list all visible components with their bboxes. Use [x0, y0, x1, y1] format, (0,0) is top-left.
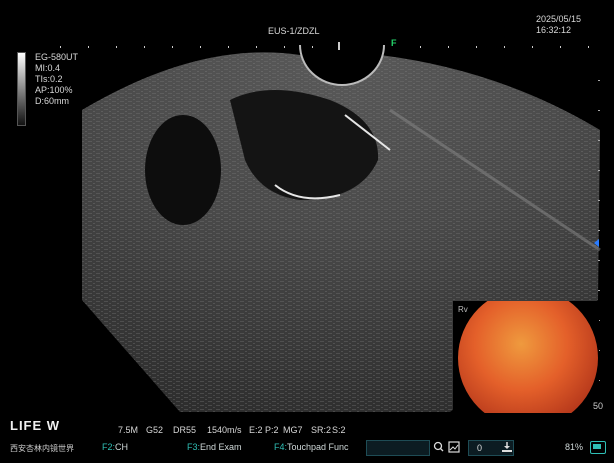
- grayscale-bar: [17, 52, 26, 126]
- f2-key-label: CH: [115, 442, 129, 452]
- depth-value: D:60mm: [35, 96, 70, 106]
- mg-value: MG7: [283, 425, 303, 435]
- tis-value: TIs:0.2: [35, 74, 63, 84]
- frequency-value: 7.5M: [118, 425, 139, 435]
- mi-value: MI:0.4: [35, 63, 61, 73]
- touchpad-field[interactable]: [366, 440, 430, 456]
- f4-key[interactable]: F4:Touchpad Func: [274, 442, 349, 452]
- watermark-text: LIFE W: [10, 418, 61, 433]
- image-file-icon[interactable]: [448, 441, 462, 453]
- sound-speed-value: 1540m/s: [207, 425, 242, 435]
- sr-value: SR:2: [311, 425, 332, 435]
- ap-value: AP:100%: [35, 85, 73, 95]
- dr-value: DR55: [173, 425, 197, 435]
- p-value: P:2: [265, 425, 279, 435]
- s-value: S:2: [332, 425, 346, 435]
- exam-time: 16:32:12: [536, 25, 572, 35]
- f4-key-code: F4:: [274, 442, 288, 452]
- watermark-logo: LIFE W: [8, 418, 113, 438]
- e-value: E:2: [249, 425, 263, 435]
- endoscope-label: Rv: [458, 305, 468, 314]
- hypoechoic-lesion: [145, 115, 221, 225]
- save-download-icon[interactable]: [500, 441, 514, 453]
- f2-key[interactable]: F2:CH: [102, 442, 128, 452]
- exam-title: EUS-1/ZDZL: [268, 26, 320, 36]
- endoscope-inset: Rv: [453, 288, 599, 428]
- probe-model: EG-580UT: [35, 52, 79, 62]
- depth-marker-bottom: 50: [593, 401, 604, 411]
- battery-icon: [590, 441, 606, 454]
- gain-value: G52: [146, 425, 164, 435]
- f3-key[interactable]: F3:End Exam: [187, 442, 242, 452]
- exam-date: 2025/05/15: [536, 14, 582, 24]
- f3-key-label: End Exam: [200, 442, 242, 452]
- battery-percent: 81%: [565, 442, 584, 452]
- image-counter-value: 0: [477, 443, 483, 453]
- search-image-icon[interactable]: [433, 441, 447, 453]
- focus-marker: F: [391, 38, 397, 48]
- f3-key-code: F3:: [187, 442, 201, 452]
- watermark-subtitle: 西安杏林内镜世界: [10, 444, 74, 453]
- f4-key-label: Touchpad Func: [287, 442, 349, 452]
- f2-key-code: F2:: [102, 442, 116, 452]
